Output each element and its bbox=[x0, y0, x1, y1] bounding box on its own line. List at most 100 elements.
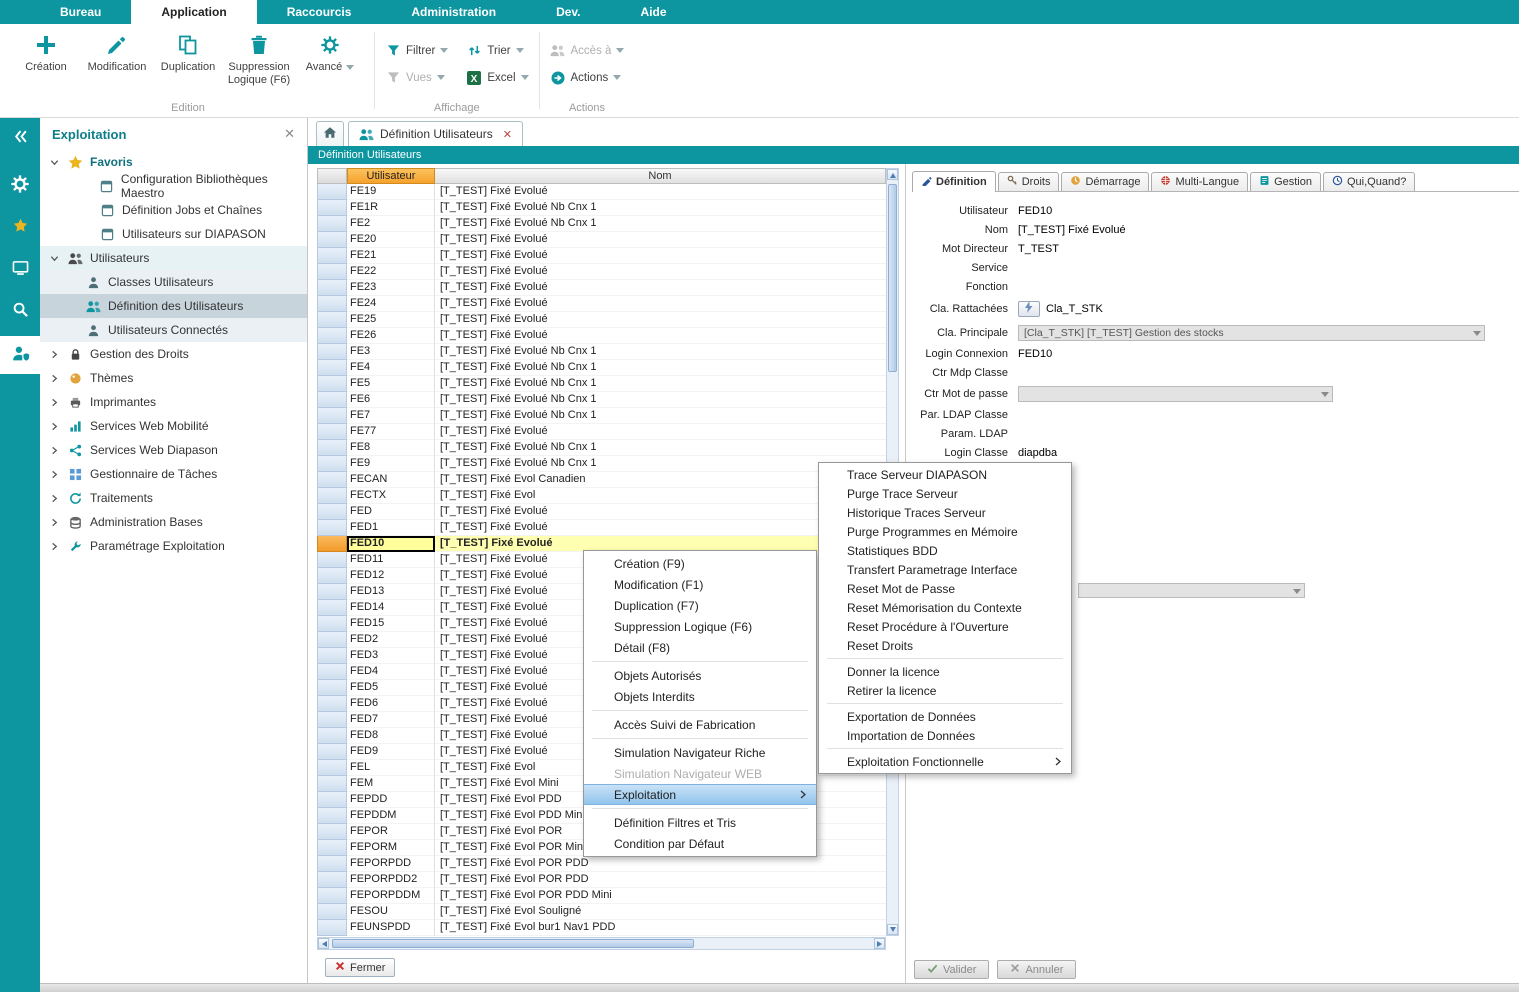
sidebar-item-classes-utilisateurs[interactable]: Classes Utilisateurs bbox=[40, 270, 307, 294]
table-row[interactable]: FEPORPDD2[T_TEST] Fixé Evol POR PDD bbox=[317, 872, 886, 888]
table-row[interactable]: FE5[T_TEST] Fixé Evolué Nb Cnx 1 bbox=[317, 376, 886, 392]
submenu-item-transfert-parametrage-interface[interactable]: Transfert Parametrage Interface bbox=[819, 560, 1071, 579]
table-row[interactable]: FE8[T_TEST] Fixé Evolué Nb Cnx 1 bbox=[317, 440, 886, 456]
chevron-down-icon[interactable] bbox=[521, 75, 529, 81]
submenu-item-retirer-la-licence[interactable]: Retirer la licence bbox=[819, 681, 1071, 700]
sidebar-item-gestionnaire-de-taches[interactable]: Gestionnaire de Tâches bbox=[40, 462, 307, 486]
sidebar-item-utilisateurs-connectes[interactable]: Utilisateurs Connectés bbox=[40, 318, 307, 342]
scroll-up-button[interactable] bbox=[887, 169, 898, 180]
table-row[interactable]: FE25[T_TEST] Fixé Evolué bbox=[317, 312, 886, 328]
strip-button-settings[interactable] bbox=[0, 168, 40, 202]
table-row[interactable]: FE9[T_TEST] Fixé Evolué Nb Cnx 1 bbox=[317, 456, 886, 472]
chevron-down-icon[interactable] bbox=[50, 158, 61, 167]
scroll-left-button[interactable] bbox=[318, 938, 329, 949]
table-row[interactable]: FEPORPDD[T_TEST] Fixé Evol POR PDD bbox=[317, 856, 886, 872]
table-row[interactable]: FEPORPDDM[T_TEST] Fixé Evol POR PDD Mini bbox=[317, 888, 886, 904]
class-link-button[interactable] bbox=[1018, 301, 1040, 317]
sidebar-item-services-web-mobilite[interactable]: Services Web Mobilité bbox=[40, 414, 307, 438]
sidebar-item-definition-jobs-et-chaines[interactable]: Définition Jobs et Chaînes bbox=[40, 198, 307, 222]
chevron-right-icon[interactable] bbox=[50, 542, 61, 551]
sidebar-item-imprimantes[interactable]: Imprimantes bbox=[40, 390, 307, 414]
fermer-button[interactable]: Fermer bbox=[325, 958, 395, 977]
chevron-right-icon[interactable] bbox=[50, 374, 61, 383]
table-row[interactable]: FECTX[T_TEST] Fixé Evol bbox=[317, 488, 886, 504]
chevron-right-icon[interactable] bbox=[50, 446, 61, 455]
strip-button-desktop[interactable] bbox=[0, 252, 40, 286]
ribbon-button-duplication[interactable]: Duplication bbox=[154, 27, 222, 87]
chevron-right-icon[interactable] bbox=[50, 422, 61, 431]
chevron-down-icon[interactable] bbox=[50, 254, 61, 263]
ribbon-button-trier[interactable]: Trier bbox=[466, 44, 528, 57]
scrollbar-thumb[interactable] bbox=[332, 939, 694, 948]
column-header-utilisateur[interactable]: Utilisateur bbox=[347, 168, 435, 184]
strip-button-search[interactable] bbox=[0, 294, 40, 328]
submenu-item-trace-serveur-diapason[interactable]: Trace Serveur DIAPASON bbox=[819, 465, 1071, 484]
table-row[interactable]: FE3[T_TEST] Fixé Evolué Nb Cnx 1 bbox=[317, 344, 886, 360]
detail-tab-gestion[interactable]: Gestion bbox=[1250, 172, 1321, 191]
detail-tab-demarrage[interactable]: Démarrage bbox=[1061, 172, 1149, 191]
submenu-item-purge-programmes-en-memoire[interactable]: Purge Programmes en Mémoire bbox=[819, 522, 1071, 541]
table-row[interactable]: FE77[T_TEST] Fixé Evolué bbox=[317, 424, 886, 440]
scroll-down-button[interactable] bbox=[887, 924, 898, 935]
table-row[interactable]: FE26[T_TEST] Fixé Evolué bbox=[317, 328, 886, 344]
context-menu-item-condition-par-defaut[interactable]: Condition par Défaut bbox=[584, 833, 816, 854]
table-row[interactable]: FESOU[T_TEST] Fixé Evol Souligné bbox=[317, 904, 886, 920]
context-menu-item-suppression-logique-f6[interactable]: Suppression Logique (F6) bbox=[584, 616, 816, 637]
menu-tab-aide[interactable]: Aide bbox=[611, 0, 697, 24]
sidebar-item-configuration-bibliotheques-maestro[interactable]: Configuration Bibliothèques Maestro bbox=[40, 174, 307, 198]
menu-tab-application[interactable]: Application bbox=[131, 0, 256, 24]
chevron-down-icon[interactable] bbox=[516, 48, 524, 54]
table-row[interactable]: FE22[T_TEST] Fixé Evolué bbox=[317, 264, 886, 280]
column-header-nom[interactable]: Nom bbox=[435, 168, 886, 184]
horizontal-scrollbar[interactable] bbox=[317, 937, 886, 950]
sidebar-item-services-web-diapason[interactable]: Services Web Diapason bbox=[40, 438, 307, 462]
strip-button-collapse-sidebar[interactable] bbox=[0, 126, 40, 150]
scroll-right-button[interactable] bbox=[874, 938, 885, 949]
submenu-item-reset-droits[interactable]: Reset Droits bbox=[819, 636, 1071, 655]
submenu-item-reset-procedure-a-l-ouverture[interactable]: Reset Procédure à l'Ouverture bbox=[819, 617, 1071, 636]
menu-tab-raccourcis[interactable]: Raccourcis bbox=[257, 0, 382, 24]
menu-tab-bureau[interactable]: Bureau bbox=[30, 0, 131, 24]
chevron-right-icon[interactable] bbox=[50, 398, 61, 407]
context-menu-item-objets-autorises[interactable]: Objets Autorisés bbox=[584, 665, 816, 686]
tab-close-icon[interactable]: ✕ bbox=[503, 128, 512, 141]
table-row[interactable]: FE6[T_TEST] Fixé Evolué Nb Cnx 1 bbox=[317, 392, 886, 408]
table-row[interactable]: FECAN[T_TEST] Fixé Evol Canadien bbox=[317, 472, 886, 488]
context-menu-item-exploitation[interactable]: Exploitation bbox=[584, 784, 816, 805]
sidebar-close-icon[interactable]: ✕ bbox=[284, 126, 295, 142]
ribbon-button-excel[interactable]: XExcel bbox=[466, 71, 528, 85]
submenu-item-exportation-de-donnees[interactable]: Exportation de Données bbox=[819, 707, 1071, 726]
table-row[interactable]: FE7[T_TEST] Fixé Evolué Nb Cnx 1 bbox=[317, 408, 886, 424]
detail-tab-qui-quand[interactable]: Qui,Quand? bbox=[1323, 172, 1415, 191]
sidebar-item-administration-bases[interactable]: Administration Bases bbox=[40, 510, 307, 534]
ribbon-button-modification[interactable]: Modification bbox=[83, 27, 151, 87]
home-tab[interactable] bbox=[316, 121, 344, 146]
ribbon-button-suppression-logique-f6[interactable]: Suppression Logique (F6) bbox=[225, 27, 293, 87]
submenu-item-importation-de-donnees[interactable]: Importation de Données bbox=[819, 726, 1071, 745]
chevron-right-icon[interactable] bbox=[50, 494, 61, 503]
table-row[interactable]: FE19[T_TEST] Fixé Evolué bbox=[317, 184, 886, 200]
submenu-item-reset-memorisation-du-contexte[interactable]: Reset Mémorisation du Contexte bbox=[819, 598, 1071, 617]
context-menu-item-simulation-navigateur-riche[interactable]: Simulation Navigateur Riche bbox=[584, 742, 816, 763]
table-row[interactable]: FEUNSPDD[T_TEST] Fixé Evol bur1 Nav1 PDD bbox=[317, 920, 886, 936]
document-tab[interactable]: Définition Utilisateurs ✕ bbox=[348, 121, 523, 146]
context-menu-item-objets-interdits[interactable]: Objets Interdits bbox=[584, 686, 816, 707]
sidebar-item-gestion-des-droits[interactable]: Gestion des Droits bbox=[40, 342, 307, 366]
sidebar-item-parametrage-exploitation[interactable]: Paramétrage Exploitation bbox=[40, 534, 307, 558]
table-row[interactable]: FE23[T_TEST] Fixé Evolué bbox=[317, 280, 886, 296]
sidebar-item-traitements[interactable]: Traitements bbox=[40, 486, 307, 510]
sidebar-item-favoris[interactable]: Favoris bbox=[40, 150, 307, 174]
chevron-right-icon[interactable] bbox=[50, 350, 61, 359]
ribbon-button-avance[interactable]: Avancé bbox=[296, 27, 364, 87]
detail-tab-definition[interactable]: Définition bbox=[912, 171, 996, 192]
ribbon-button-actions[interactable]: Actions bbox=[550, 71, 625, 85]
chevron-right-icon[interactable] bbox=[50, 470, 61, 479]
sidebar-item-utilisateurs[interactable]: Utilisateurs bbox=[40, 246, 307, 270]
submenu-item-statistiques-bdd[interactable]: Statistiques BDD bbox=[819, 541, 1071, 560]
scrollbar-thumb[interactable] bbox=[888, 184, 897, 372]
table-row[interactable]: FE1R[T_TEST] Fixé Evolué Nb Cnx 1 bbox=[317, 200, 886, 216]
table-row[interactable]: FED1[T_TEST] Fixé Evolué bbox=[317, 520, 886, 536]
table-row[interactable]: FED[T_TEST] Fixé Evolué bbox=[317, 504, 886, 520]
context-menu-item-detail-f8[interactable]: Détail (F8) bbox=[584, 637, 816, 658]
sidebar-item-themes[interactable]: Thèmes bbox=[40, 366, 307, 390]
